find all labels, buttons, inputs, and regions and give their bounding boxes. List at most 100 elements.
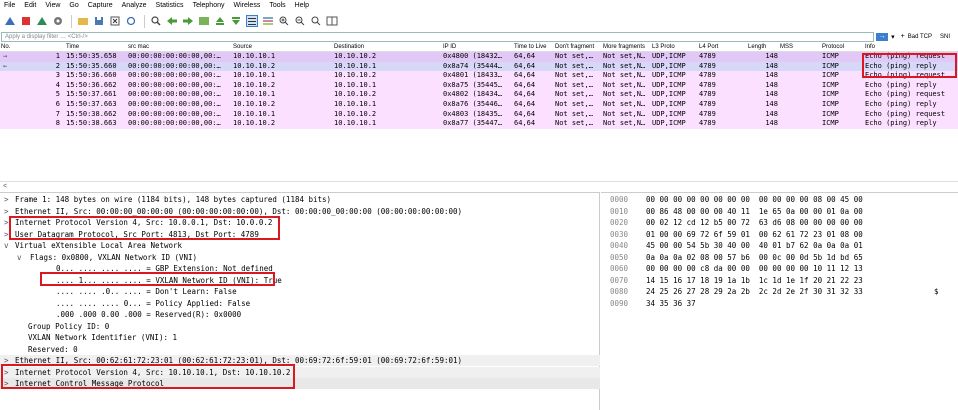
cell-ipid: 0x4800 (18432… bbox=[443, 52, 503, 60]
column-header-src-mac[interactable]: src mac bbox=[128, 43, 230, 52]
cell-l4: 4789 bbox=[699, 71, 716, 80]
cell-mac: 00:00:00:00:00:00,00:… bbox=[128, 99, 221, 108]
cell-no: 1 bbox=[55, 52, 60, 60]
add-filter-button-icon[interactable]: + bbox=[901, 33, 905, 40]
restart-icon[interactable] bbox=[35, 14, 49, 28]
expand-caret-right-icon[interactable]: > bbox=[4, 194, 9, 205]
column-header-no[interactable]: No. bbox=[1, 43, 61, 52]
last-packet-icon[interactable] bbox=[229, 14, 243, 28]
menu-view[interactable]: View bbox=[45, 2, 60, 9]
column-header-ttl[interactable]: Time to Live bbox=[514, 43, 554, 52]
cell-info: Echo (ping) reply bbox=[865, 119, 937, 128]
first-packet-icon[interactable] bbox=[213, 14, 227, 28]
menu-help[interactable]: Help bbox=[295, 2, 309, 9]
cell-src: 10.10.10.2 bbox=[233, 119, 276, 128]
expand-caret-right-icon[interactable]: > bbox=[4, 206, 9, 217]
save-icon[interactable] bbox=[92, 14, 106, 28]
menu-wireless[interactable]: Wireless bbox=[233, 2, 260, 9]
cell-mac: 00:00:00:00:00:00,00:… bbox=[128, 109, 221, 118]
cell-time: 15:50:35.658 bbox=[66, 52, 117, 60]
column-header-l4-port[interactable]: L4 Port bbox=[699, 43, 747, 52]
column-header-destination[interactable]: Destination bbox=[334, 43, 442, 52]
detail-tree-row[interactable]: Group Policy ID: 0 bbox=[0, 321, 600, 332]
shark-fin-start-icon[interactable] bbox=[3, 14, 17, 28]
autoscroll-icon[interactable] bbox=[245, 14, 259, 28]
packet-row[interactable]: 4 15:50:36.662 00:00:00:00:00:00,00:… 10.10… bbox=[0, 80, 958, 91]
packet-row[interactable]: 7 15:50:38.662 00:00:00:00:00:00,00:… 10.10… bbox=[0, 109, 958, 120]
column-header-mss[interactable]: MSS bbox=[780, 43, 820, 52]
column-header-source[interactable]: Source bbox=[233, 43, 333, 52]
cell-l3: UDP,ICMP bbox=[652, 61, 686, 70]
cell-dst: 10.10.10.1 bbox=[334, 61, 377, 70]
column-header-dont-fragment[interactable]: Don't fragment bbox=[555, 43, 601, 52]
find-icon[interactable] bbox=[149, 14, 163, 28]
detail-tree-row[interactable]: VXLAN Network Identifier (VNI): 1 bbox=[0, 332, 600, 343]
column-header-ip-id[interactable]: IP ID bbox=[443, 43, 513, 52]
detail-tree-row[interactable]: v Virtual eXtensible Local Area Network bbox=[0, 240, 600, 251]
cell-src: 10.10.10.2 bbox=[233, 80, 276, 89]
cell-ttl: 64,64 bbox=[514, 52, 536, 60]
normal-size-icon[interactable] bbox=[309, 14, 323, 28]
column-header-l3-proto[interactable]: L3 Proto bbox=[652, 43, 697, 52]
detail-tree-row[interactable]: > Ethernet II, Src: 00:00:00_00:00:00 (00… bbox=[0, 206, 600, 217]
bad-tcp-filter-button[interactable]: Bad TCP bbox=[908, 34, 932, 40]
cell-ipid: 0x4802 (18434… bbox=[443, 90, 503, 99]
menu-capture[interactable]: Capture bbox=[88, 2, 113, 9]
go-to-packet-icon[interactable] bbox=[197, 14, 211, 28]
filter-dropdown-icon[interactable]: ▾ bbox=[891, 33, 895, 41]
packet-row[interactable]: 5 15:50:37.661 00:00:00:00:00:00,00:… 10.10… bbox=[0, 90, 958, 100]
menu-tools[interactable]: Tools bbox=[269, 2, 285, 9]
packet-row[interactable]: ← 2 15:50:35.660 00:00:00:00:00:00,00:… 10.1… bbox=[0, 61, 958, 72]
resize-columns-icon[interactable] bbox=[325, 14, 339, 28]
detail-tree-text: VXLAN Network Identifier (VNI): 1 bbox=[28, 333, 178, 342]
cell-dst: 10.10.10.1 bbox=[334, 99, 377, 108]
packet-row[interactable]: 8 15:50:38.663 00:00:00:00:00:00,00:… 10.10… bbox=[0, 119, 958, 129]
detail-tree-row[interactable]: Reserved: 0 bbox=[0, 344, 600, 355]
zoom-in-icon[interactable] bbox=[277, 14, 291, 28]
packet-list-scrollbar[interactable]: < bbox=[0, 181, 958, 191]
column-header-time[interactable]: Time bbox=[66, 43, 126, 52]
column-header-protocol[interactable]: Protocol bbox=[822, 43, 864, 52]
expand-caret-down-icon[interactable]: v bbox=[17, 252, 22, 263]
cell-src: 10.10.10.1 bbox=[233, 109, 276, 118]
back-arrow-icon[interactable] bbox=[165, 14, 179, 28]
options-gear-icon[interactable] bbox=[51, 14, 65, 28]
detail-tree-row[interactable]: > Frame 1: 148 bytes on wire (1184 bits),… bbox=[0, 194, 600, 205]
menu-analyze[interactable]: Analyze bbox=[122, 2, 147, 9]
column-header-more-fragments[interactable]: More fragments bbox=[603, 43, 651, 52]
menu-telephony[interactable]: Telephony bbox=[193, 2, 225, 9]
sni-filter-button[interactable]: SNI bbox=[940, 34, 950, 40]
highlight-box-vni-flag bbox=[40, 272, 275, 286]
apply-filter-arrow-icon[interactable]: → bbox=[876, 32, 889, 41]
cell-l3: UDP,ICMP bbox=[652, 52, 686, 60]
zoom-out-icon[interactable] bbox=[293, 14, 307, 28]
expand-caret-right-icon[interactable]: > bbox=[4, 229, 9, 240]
menu-statistics[interactable]: Statistics bbox=[156, 2, 184, 9]
packet-row[interactable]: 3 15:50:36.660 00:00:00:00:00:00,00:… 10.10… bbox=[0, 71, 958, 81]
close-file-icon[interactable] bbox=[108, 14, 122, 28]
expand-caret-right-icon[interactable]: > bbox=[4, 217, 9, 228]
stop-icon[interactable] bbox=[19, 14, 33, 28]
detail-tree-row[interactable]: .000 .000 0.00 .000 = Reserved(R): 0x000… bbox=[0, 309, 600, 320]
packet-row[interactable]: 6 15:50:37.663 00:00:00:00:00:00,00:… 10.10… bbox=[0, 99, 958, 110]
expand-caret-down-icon[interactable]: v bbox=[4, 240, 9, 251]
display-filter-input[interactable]: Apply a display filter … <Ctrl-/> bbox=[1, 31, 875, 42]
menu-file[interactable]: File bbox=[4, 2, 15, 9]
colorize-icon[interactable] bbox=[261, 14, 275, 28]
forward-arrow-icon[interactable] bbox=[181, 14, 195, 28]
menu-edit[interactable]: Edit bbox=[24, 2, 36, 9]
detail-tree-row[interactable]: .... .... .... 0... = Policy Applied: Fa… bbox=[0, 298, 600, 309]
column-header-info[interactable]: Info bbox=[865, 43, 958, 52]
packet-row[interactable]: → 1 15:50:35.658 00:00:00:00:00:00,00:… 10.1… bbox=[0, 52, 958, 62]
cell-df: Not set,… bbox=[555, 119, 593, 128]
open-folder-icon[interactable] bbox=[76, 14, 90, 28]
packet-list-header: No. Time src mac Source Destination IP I… bbox=[0, 43, 958, 52]
menu-go[interactable]: Go bbox=[69, 2, 78, 9]
reload-icon[interactable] bbox=[124, 14, 138, 28]
detail-tree-row[interactable]: .... .... .0.. .... = Don't Learn: False bbox=[0, 286, 600, 297]
cell-ipid: 0x8a74 (35444… bbox=[443, 61, 503, 70]
detail-tree-row[interactable]: v Flags: 0x0800, VXLAN Network ID (VNI) bbox=[0, 252, 600, 263]
cell-len: 148 bbox=[765, 71, 778, 80]
cell-df: Not set,… bbox=[555, 90, 593, 99]
cell-dst: 10.10.10.2 bbox=[334, 71, 377, 80]
